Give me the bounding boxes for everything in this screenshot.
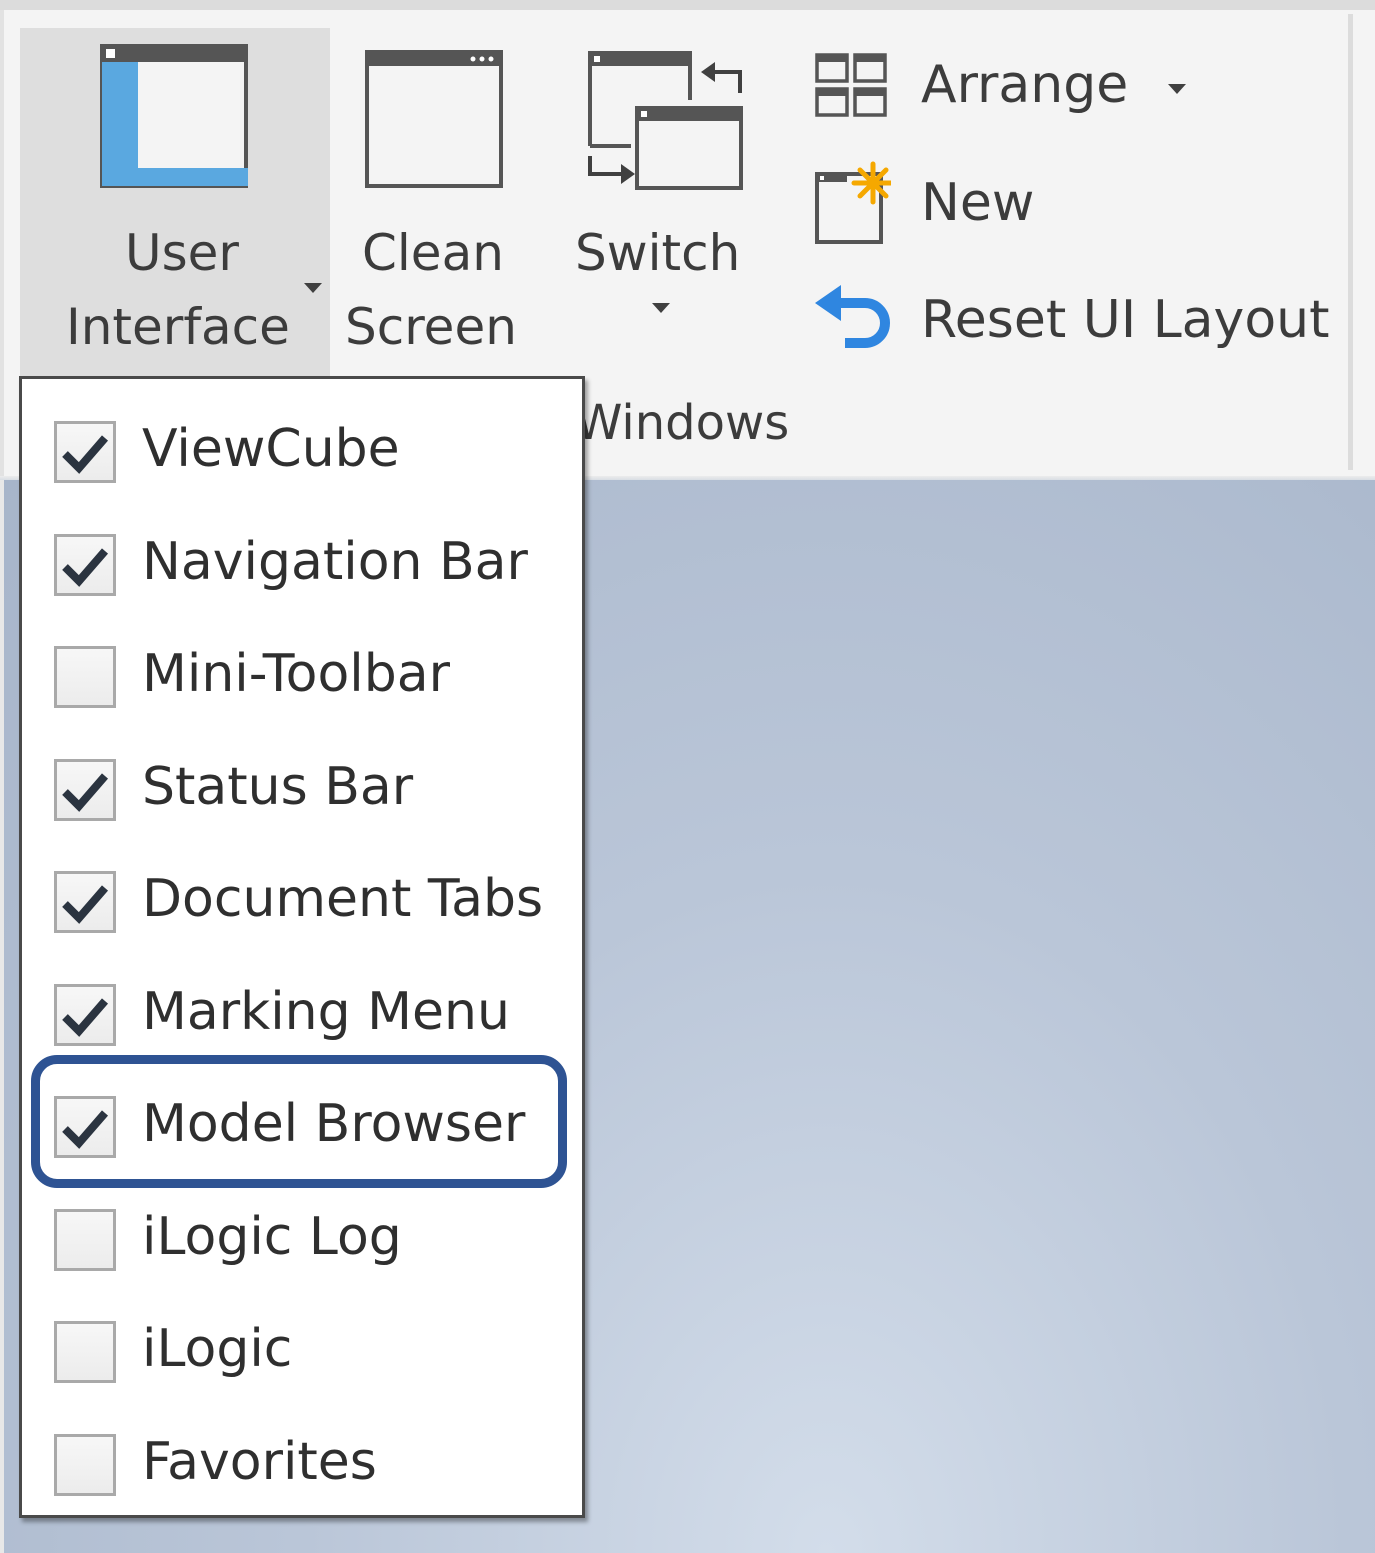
- menu-item-label: iLogic Log: [142, 1206, 402, 1267]
- menu-item-label: Mini-Toolbar: [142, 644, 450, 704]
- new-window-icon: [815, 161, 891, 244]
- arrange-button[interactable]: Arrange: [815, 40, 1187, 130]
- switch-button[interactable]: Switch: [565, 28, 760, 378]
- user-interface-window-icon: [100, 44, 248, 188]
- checkbox[interactable]: [54, 1321, 116, 1383]
- checkbox[interactable]: [54, 983, 116, 1046]
- reset-ui-layout-label: Reset UI Layout: [921, 290, 1330, 350]
- user-interface-dropdown-menu: ViewCube Navigation Bar Mini-Toolbar Status…: [19, 376, 585, 1518]
- checkbox[interactable]: [54, 421, 116, 483]
- menu-item-document-tabs[interactable]: Document Tabs: [22, 841, 582, 953]
- new-label: New: [921, 173, 1035, 233]
- user-interface-label-line2: Interface: [66, 298, 290, 356]
- user-interface-button[interactable]: User Interface: [20, 28, 330, 378]
- menu-item-label: iLogic: [142, 1319, 293, 1379]
- arrange-label: Arrange: [921, 55, 1129, 115]
- checkmark-icon: [62, 885, 109, 924]
- checkmark-icon: [62, 547, 109, 587]
- checkbox[interactable]: [54, 646, 116, 708]
- menu-item-viewcube[interactable]: ViewCube: [22, 391, 582, 503]
- menu-item-label: Navigation Bar: [142, 531, 528, 592]
- checkbox[interactable]: [54, 871, 116, 933]
- menu-item-label: Status Bar: [142, 756, 414, 817]
- menu-item-label: Marking Menu: [142, 981, 510, 1042]
- switch-label: Switch: [575, 224, 741, 282]
- ribbon-panel-separator: [1348, 14, 1353, 470]
- chevron-down-icon: [304, 283, 322, 293]
- clean-screen-label-line1: Clean: [362, 224, 504, 282]
- clean-screen-button[interactable]: Clean Screen: [335, 28, 530, 378]
- menu-item-status-bar[interactable]: Status Bar: [22, 729, 582, 841]
- menu-item-label: Favorites: [142, 1431, 377, 1492]
- model-browser-highlight-annotation: [31, 1055, 567, 1188]
- menu-item-favorites[interactable]: Favorites: [22, 1404, 582, 1516]
- clean-screen-label-line2: Screen: [345, 298, 517, 356]
- menu-item-ilogic[interactable]: iLogic: [22, 1291, 582, 1403]
- checkmark-icon: [62, 435, 109, 474]
- chevron-down-icon: [1168, 84, 1187, 94]
- switch-windows-icon: [588, 51, 743, 190]
- menu-item-navigation-bar[interactable]: Navigation Bar: [22, 504, 582, 616]
- checkmark-icon: [62, 997, 109, 1037]
- menu-item-label: Document Tabs: [142, 869, 544, 929]
- checkbox[interactable]: [54, 1433, 116, 1496]
- chevron-down-icon: [652, 303, 670, 313]
- menu-item-label: ViewCube: [142, 419, 400, 479]
- clean-screen-window-icon: [365, 50, 503, 188]
- user-interface-label-line1: User: [125, 224, 239, 282]
- reset-undo-arrow-icon: [815, 285, 890, 348]
- menu-item-marking-menu[interactable]: Marking Menu: [22, 954, 582, 1066]
- checkmark-icon: [62, 772, 109, 812]
- window-top-strip: [0, 0, 1375, 10]
- checkbox[interactable]: [54, 1208, 116, 1271]
- menu-item-mini-toolbar[interactable]: Mini-Toolbar: [22, 616, 582, 728]
- reset-ui-layout-button[interactable]: Reset UI Layout: [815, 275, 1329, 365]
- checkbox[interactable]: [54, 533, 116, 596]
- menu-item-ilogic-log[interactable]: iLogic Log: [22, 1179, 582, 1291]
- arrange-tiles-icon: [815, 53, 887, 117]
- checkbox[interactable]: [54, 758, 116, 821]
- new-window-button[interactable]: New: [815, 158, 1034, 248]
- windows-panel-title: Windows: [575, 395, 790, 451]
